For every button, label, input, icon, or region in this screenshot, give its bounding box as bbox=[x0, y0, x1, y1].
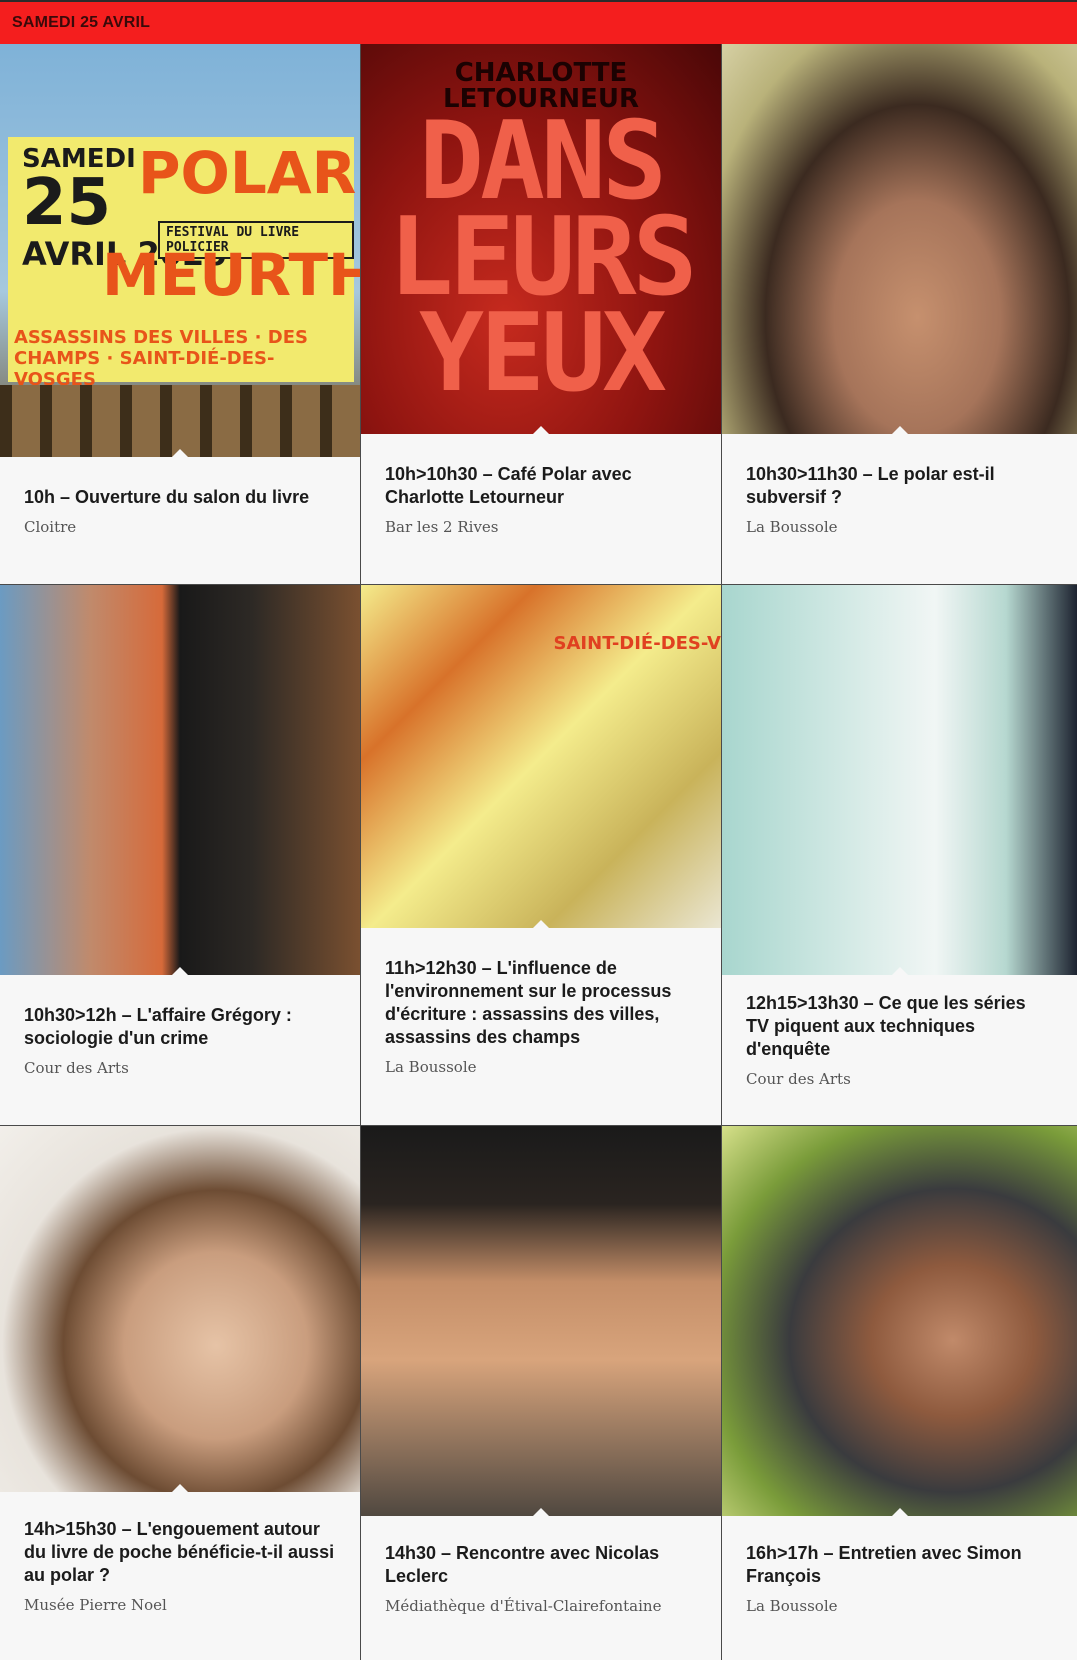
poster-polar: POLAR bbox=[138, 139, 357, 207]
event-poster-image: SAMEDI 25 AVRIL 2026 POLAR FESTIVAL DU L… bbox=[0, 44, 360, 457]
event-info: 11h>12h30 – L'influence de l'environneme… bbox=[361, 928, 721, 1125]
event-card[interactable]: SAINT-DIÉ-DES-V 11h>12h30 – L'influence … bbox=[361, 585, 722, 1126]
event-title[interactable]: 10h30>12h – L'affaire Grégory : sociolog… bbox=[24, 1004, 336, 1050]
event-info: 14h30 – Rencontre avec Nicolas Leclerc M… bbox=[361, 1516, 721, 1660]
event-card[interactable]: 14h>15h30 – L'engouement autour du livre… bbox=[0, 1126, 361, 1660]
event-title[interactable]: 16h>17h – Entretien avec Simon François bbox=[746, 1542, 1053, 1588]
event-card[interactable]: 10h30>12h – L'affaire Grégory : sociolog… bbox=[0, 585, 361, 1126]
event-venue: Médiathèque d'Étival-Clairefontaine bbox=[385, 1596, 662, 1615]
event-venue: La Boussole bbox=[746, 1596, 838, 1615]
event-card[interactable]: SAMEDI 25 AVRIL 2026 POLAR FESTIVAL DU L… bbox=[0, 44, 361, 585]
event-title[interactable]: 10h>10h30 – Café Polar avec Charlotte Le… bbox=[385, 463, 697, 509]
event-title[interactable]: 14h30 – Rencontre avec Nicolas Leclerc bbox=[385, 1542, 697, 1588]
event-title[interactable]: 12h15>13h30 – Ce que les séries TV pique… bbox=[746, 992, 1053, 1061]
event-venue: La Boussole bbox=[385, 1058, 477, 1076]
event-info: 10h30>11h30 – Le polar est-il subversif … bbox=[722, 434, 1077, 584]
event-card[interactable]: 10h30>11h30 – Le polar est-il subversif … bbox=[722, 44, 1077, 585]
portrait-photo bbox=[722, 585, 1077, 975]
day-header: SAMEDI 25 AVRIL bbox=[0, 2, 1077, 44]
event-venue: La Boussole bbox=[746, 517, 838, 536]
event-info: 10h30>12h – L'affaire Grégory : sociolog… bbox=[0, 975, 360, 1125]
portrait-photo bbox=[361, 1126, 721, 1516]
portrait-photo bbox=[0, 1126, 360, 1492]
event-title[interactable]: 10h30>11h30 – Le polar est-il subversif … bbox=[746, 463, 1053, 509]
event-venue: Cour des Arts bbox=[24, 1058, 129, 1077]
poster-bottom-line: ASSASSINS DES VILLES · DES CHAMPS · SAIN… bbox=[14, 327, 308, 390]
event-info: 14h>15h30 – L'engouement autour du livre… bbox=[0, 1492, 360, 1660]
event-venue: Musée Pierre Noel bbox=[24, 1596, 167, 1614]
event-venue: Cour des Arts bbox=[746, 1070, 851, 1088]
day-header-label: SAMEDI 25 AVRIL bbox=[12, 14, 151, 31]
poster-label: SAINT-DIÉ-DES-V bbox=[553, 633, 721, 654]
poster-sign: SAMEDI 25 AVRIL 2026 POLAR FESTIVAL DU L… bbox=[8, 137, 360, 390]
poster-date-number: 25 bbox=[22, 166, 112, 240]
event-title[interactable]: 14h>15h30 – L'engouement autour du livre… bbox=[24, 1518, 336, 1587]
portrait-photo bbox=[722, 1126, 1077, 1516]
event-title[interactable]: 10h – Ouverture du salon du livre bbox=[24, 486, 336, 509]
archive-photo bbox=[0, 585, 360, 975]
poster-meurthe: MEURTHE bbox=[102, 241, 360, 309]
event-card[interactable]: 14h30 – Rencontre avec Nicolas Leclerc M… bbox=[361, 1126, 722, 1660]
event-card[interactable]: CHARLOTTE LETOURNEUR DANS LEURS YEUX 10h… bbox=[361, 44, 722, 585]
cover-title: DANS LEURS YEUX bbox=[388, 99, 697, 416]
cloister-arches bbox=[0, 385, 360, 457]
event-venue: Cloitre bbox=[24, 517, 77, 536]
event-info: 12h15>13h30 – Ce que les séries TV pique… bbox=[722, 975, 1077, 1125]
event-card[interactable]: 16h>17h – Entretien avec Simon François … bbox=[722, 1126, 1077, 1660]
event-venue: Bar les 2 Rives bbox=[385, 517, 499, 536]
event-info: 10h>10h30 – Café Polar avec Charlotte Le… bbox=[361, 434, 721, 584]
event-grid: SAMEDI 25 AVRIL 2026 POLAR FESTIVAL DU L… bbox=[0, 44, 1077, 1660]
event-card[interactable]: 12h15>13h30 – Ce que les séries TV pique… bbox=[722, 585, 1077, 1126]
event-info: 10h – Ouverture du salon du livre Cloitr… bbox=[0, 457, 360, 584]
event-info: 16h>17h – Entretien avec Simon François … bbox=[722, 1516, 1077, 1660]
portrait-photo bbox=[722, 44, 1077, 434]
poster-portrait-image: SAINT-DIÉ-DES-V bbox=[361, 585, 721, 928]
event-title[interactable]: 11h>12h30 – L'influence de l'environneme… bbox=[385, 957, 697, 1049]
book-cover-image: CHARLOTTE LETOURNEUR DANS LEURS YEUX bbox=[361, 44, 721, 434]
